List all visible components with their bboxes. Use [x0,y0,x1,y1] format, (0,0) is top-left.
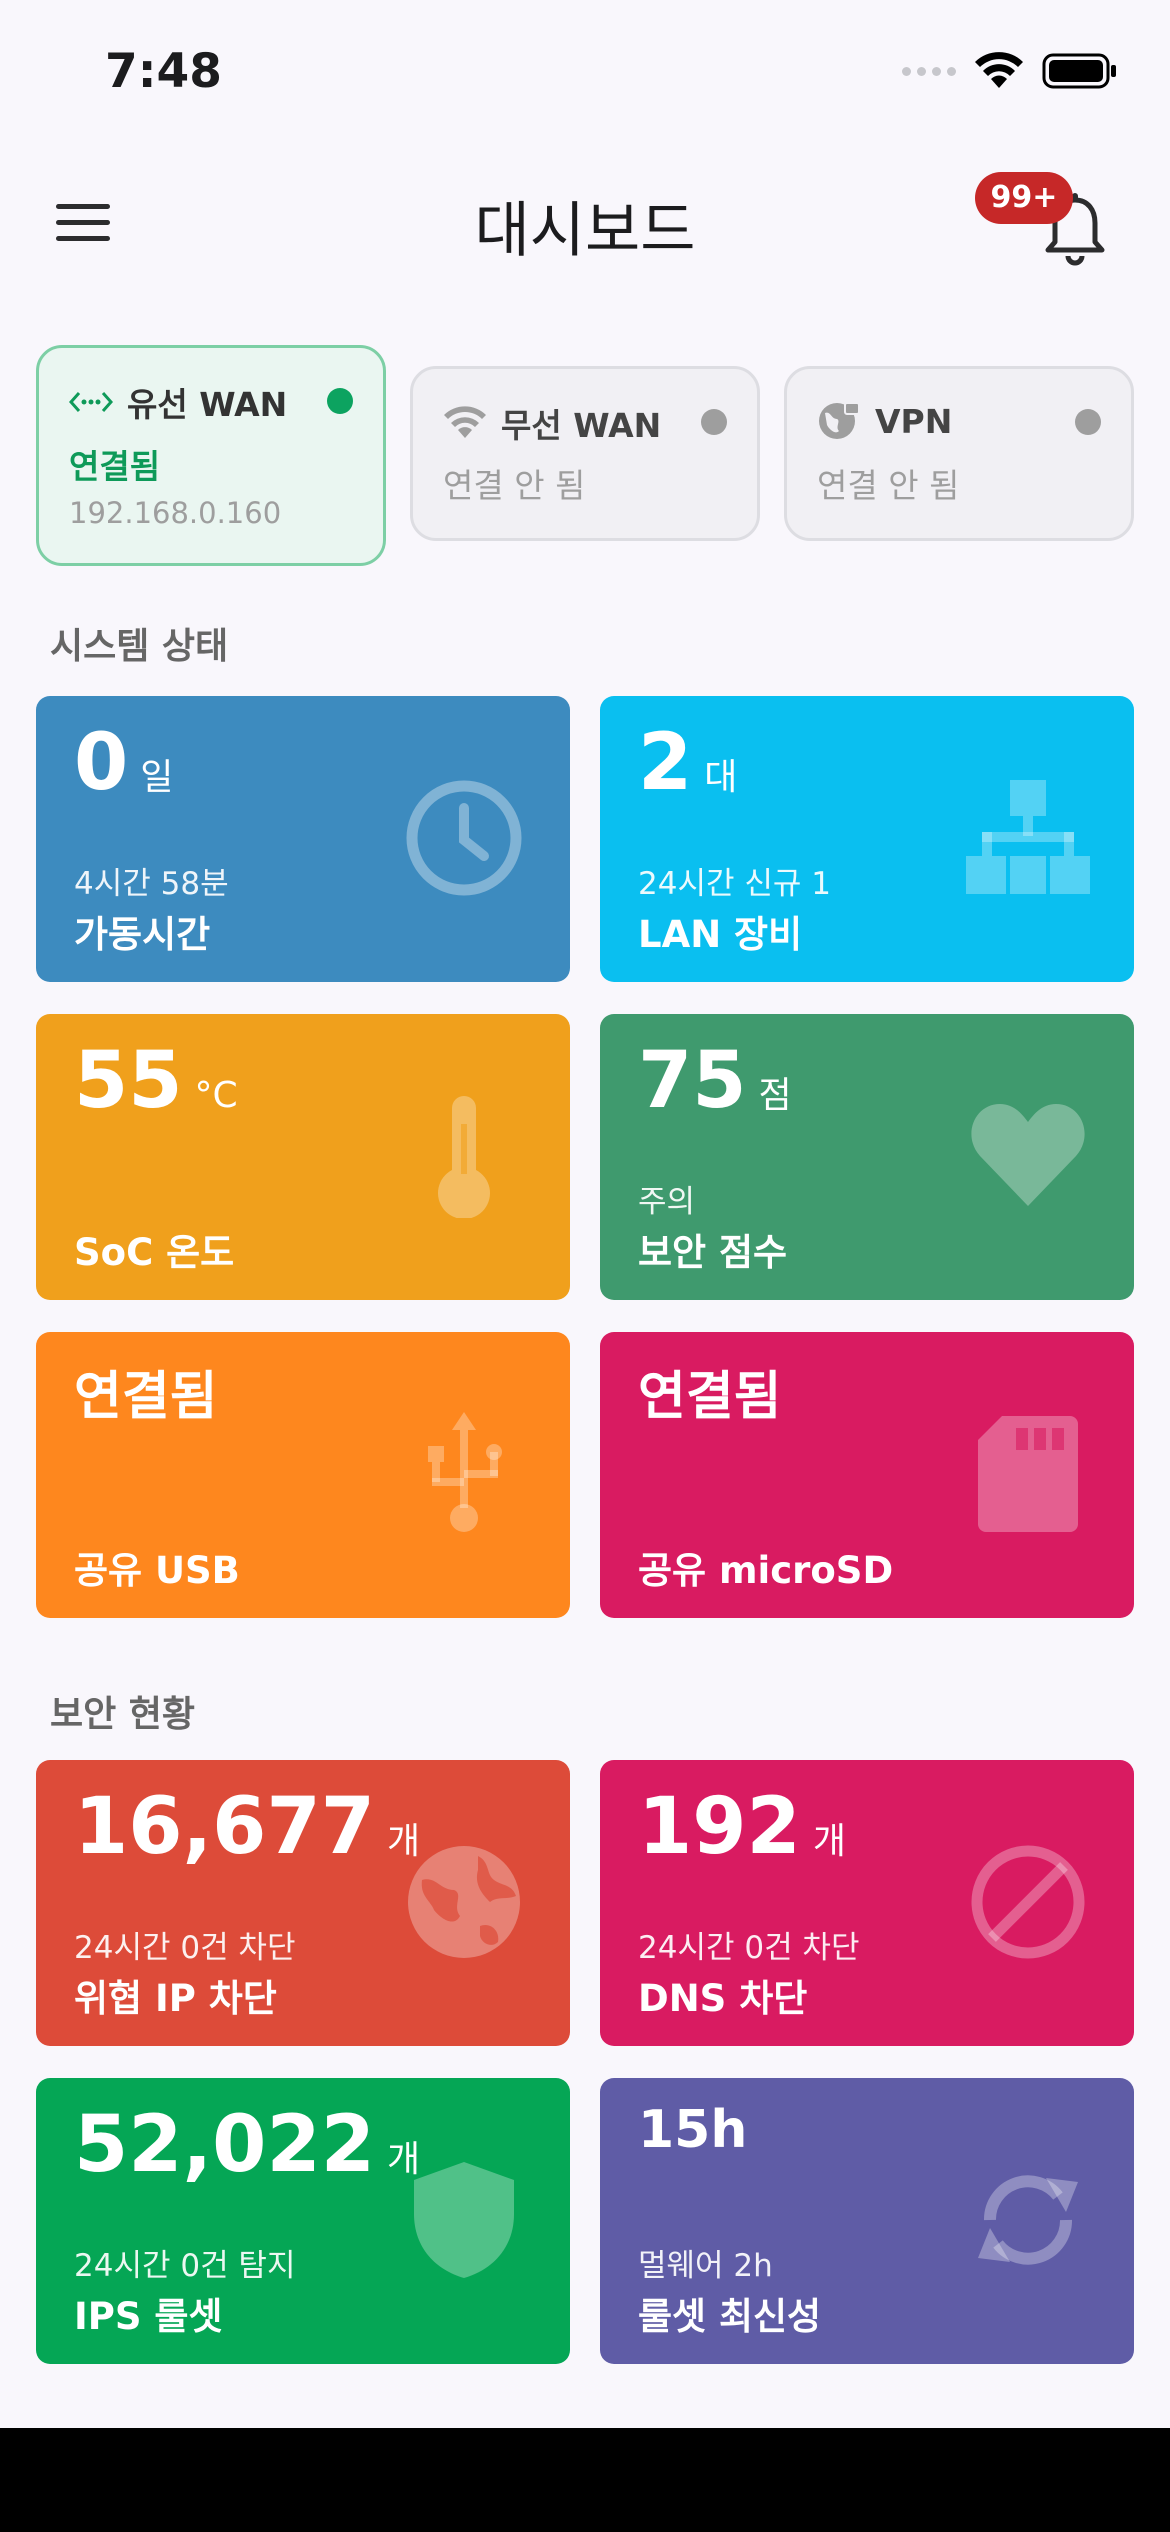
connection-name: VPN [875,401,953,441]
tile-value-unit: 개 [812,1821,846,1862]
connection-header: VPN [817,399,952,443]
tile-label: 공유 microSD [638,1549,894,1592]
tile-value: 192 개 [638,1782,846,1872]
tile-subtext: 24시간 신규 1 [638,866,831,902]
tile-value-number: 52,022 [74,2100,375,2190]
connection-card-wireless-wan[interactable]: 무선 WAN 연결 안 됨 [410,366,760,541]
tile-security-score[interactable]: 75 점 주의 보안 점수 [600,1014,1134,1300]
tile-value-unit: 대 [704,757,738,798]
tile-subtext: 4시간 58분 [74,866,229,902]
tile-label: 가동시간 [74,913,211,956]
tile-label: 룰셋 최신성 [638,2295,822,2338]
tile-value: 연결됨 [74,1354,218,1429]
tile-value-number: 16,677 [74,1782,375,1872]
tile-label: 보안 점수 [638,1231,788,1274]
tile-value: 75 점 [638,1036,792,1126]
tile-value-number: 55 [74,1036,183,1126]
notification-badge: 99+ [975,172,1073,224]
sd-card-icon [978,1416,1078,1532]
tile-value-number: 연결됨 [638,1367,782,1427]
heart-icon [971,1104,1085,1206]
tile-shared-microsd[interactable]: 연결됨 공유 microSD [600,1332,1134,1618]
tile-value: 2 대 [638,718,737,808]
tile-ruleset-freshness[interactable]: 15h 멀웨어 2h 룰셋 최신성 [600,2078,1134,2364]
refresh-icon [978,2175,1078,2265]
connection-header: 무선 WAN [443,399,661,447]
section-title-system: 시스템 상태 [50,626,229,667]
ethernet-icon [69,392,113,412]
tile-value-number: 0 [74,718,129,808]
dashboard-screen: 7:48 대시보드 99+ 유선 WAN 연결됨 192.168.0.160 무… [0,0,1170,2428]
connection-card-wired-wan[interactable]: 유선 WAN 연결됨 192.168.0.160 [36,345,386,566]
tile-value-number: 2 [638,718,693,808]
tile-value-unit: °C [194,1075,238,1116]
network-icon [966,780,1090,894]
vpn-globe-icon [819,402,860,439]
home-indicator-area [0,2428,1170,2532]
tile-label: 위협 IP 차단 [74,1977,277,2020]
tile-value-number: 192 [638,1782,801,1872]
globe-icon [408,1846,520,1958]
tile-value: 15h [638,2100,747,2160]
tile-ips-ruleset[interactable]: 52,022 개 24시간 0건 탐지 IPS 룰셋 [36,2078,570,2364]
connection-name: 유선 WAN [127,385,288,424]
connection-status-dot [701,409,727,435]
tile-shared-usb[interactable]: 연결됨 공유 USB [36,1332,570,1618]
tile-value-number: 15h [638,2100,748,2160]
status-icons [902,52,1118,90]
cellular-signal-icon [902,66,956,76]
usb-icon [428,1412,502,1532]
battery-icon [1042,53,1116,89]
tile-subtext: 주의 [638,1184,696,1220]
section-title-security: 보안 현황 [50,1694,196,1735]
status-bar: 7:48 [0,0,1170,140]
tile-value-unit: 점 [758,1075,792,1116]
connection-name: 무선 WAN [501,406,662,445]
connection-status-dot [327,388,353,414]
tile-label: IPS 룰셋 [74,2295,223,2338]
connection-status: 연결 안 됨 [443,466,586,505]
status-time: 7:48 [105,44,222,99]
tile-soc-temperature[interactable]: 55 °C SoC 온도 [36,1014,570,1300]
tile-lan-devices[interactable]: 2 대 24시간 신규 1 LAN 장비 [600,696,1134,982]
clock-icon [406,780,522,896]
tile-value-number: 75 [638,1036,747,1126]
tile-subtext: 24시간 0건 차단 [74,1930,296,1966]
connection-header: 유선 WAN [69,378,287,426]
tile-threat-ip-blocking[interactable]: 16,677 개 24시간 0건 차단 위협 IP 차단 [36,1760,570,2046]
connection-status-dot [1075,409,1101,435]
tile-value: 0 일 [74,718,173,808]
tile-value: 연결됨 [638,1354,782,1429]
tile-value: 52,022 개 [74,2100,420,2190]
wifi-status-icon [975,52,1023,88]
tile-uptime[interactable]: 0 일 4시간 58분 가동시간 [36,696,570,982]
connection-status: 연결 안 됨 [817,466,960,505]
thermometer-icon [438,1096,490,1218]
connection-ip: 192.168.0.160 [69,496,282,530]
tile-value: 16,677 개 [74,1782,420,1872]
tile-value-number: 연결됨 [74,1367,218,1427]
tile-subtext: 24시간 0건 차단 [638,1930,860,1966]
tile-value: 55 °C [74,1036,238,1126]
tile-label: SoC 온도 [74,1231,235,1274]
wifi-icon [444,406,486,438]
tile-subtext: 멀웨어 2h [638,2248,773,2284]
tile-label: 공유 USB [74,1549,240,1592]
tile-value-unit: 일 [140,757,174,798]
shield-icon [414,2162,514,2278]
connection-status: 연결됨 [69,447,161,486]
connection-card-vpn[interactable]: VPN 연결 안 됨 [784,366,1134,541]
tile-subtext: 24시간 0건 탐지 [74,2248,296,2284]
tile-dns-blocking[interactable]: 192 개 24시간 0건 차단 DNS 차단 [600,1760,1134,2046]
tile-label: LAN 장비 [638,913,803,956]
tile-label: DNS 차단 [638,1977,808,2020]
block-icon [971,1845,1085,1959]
